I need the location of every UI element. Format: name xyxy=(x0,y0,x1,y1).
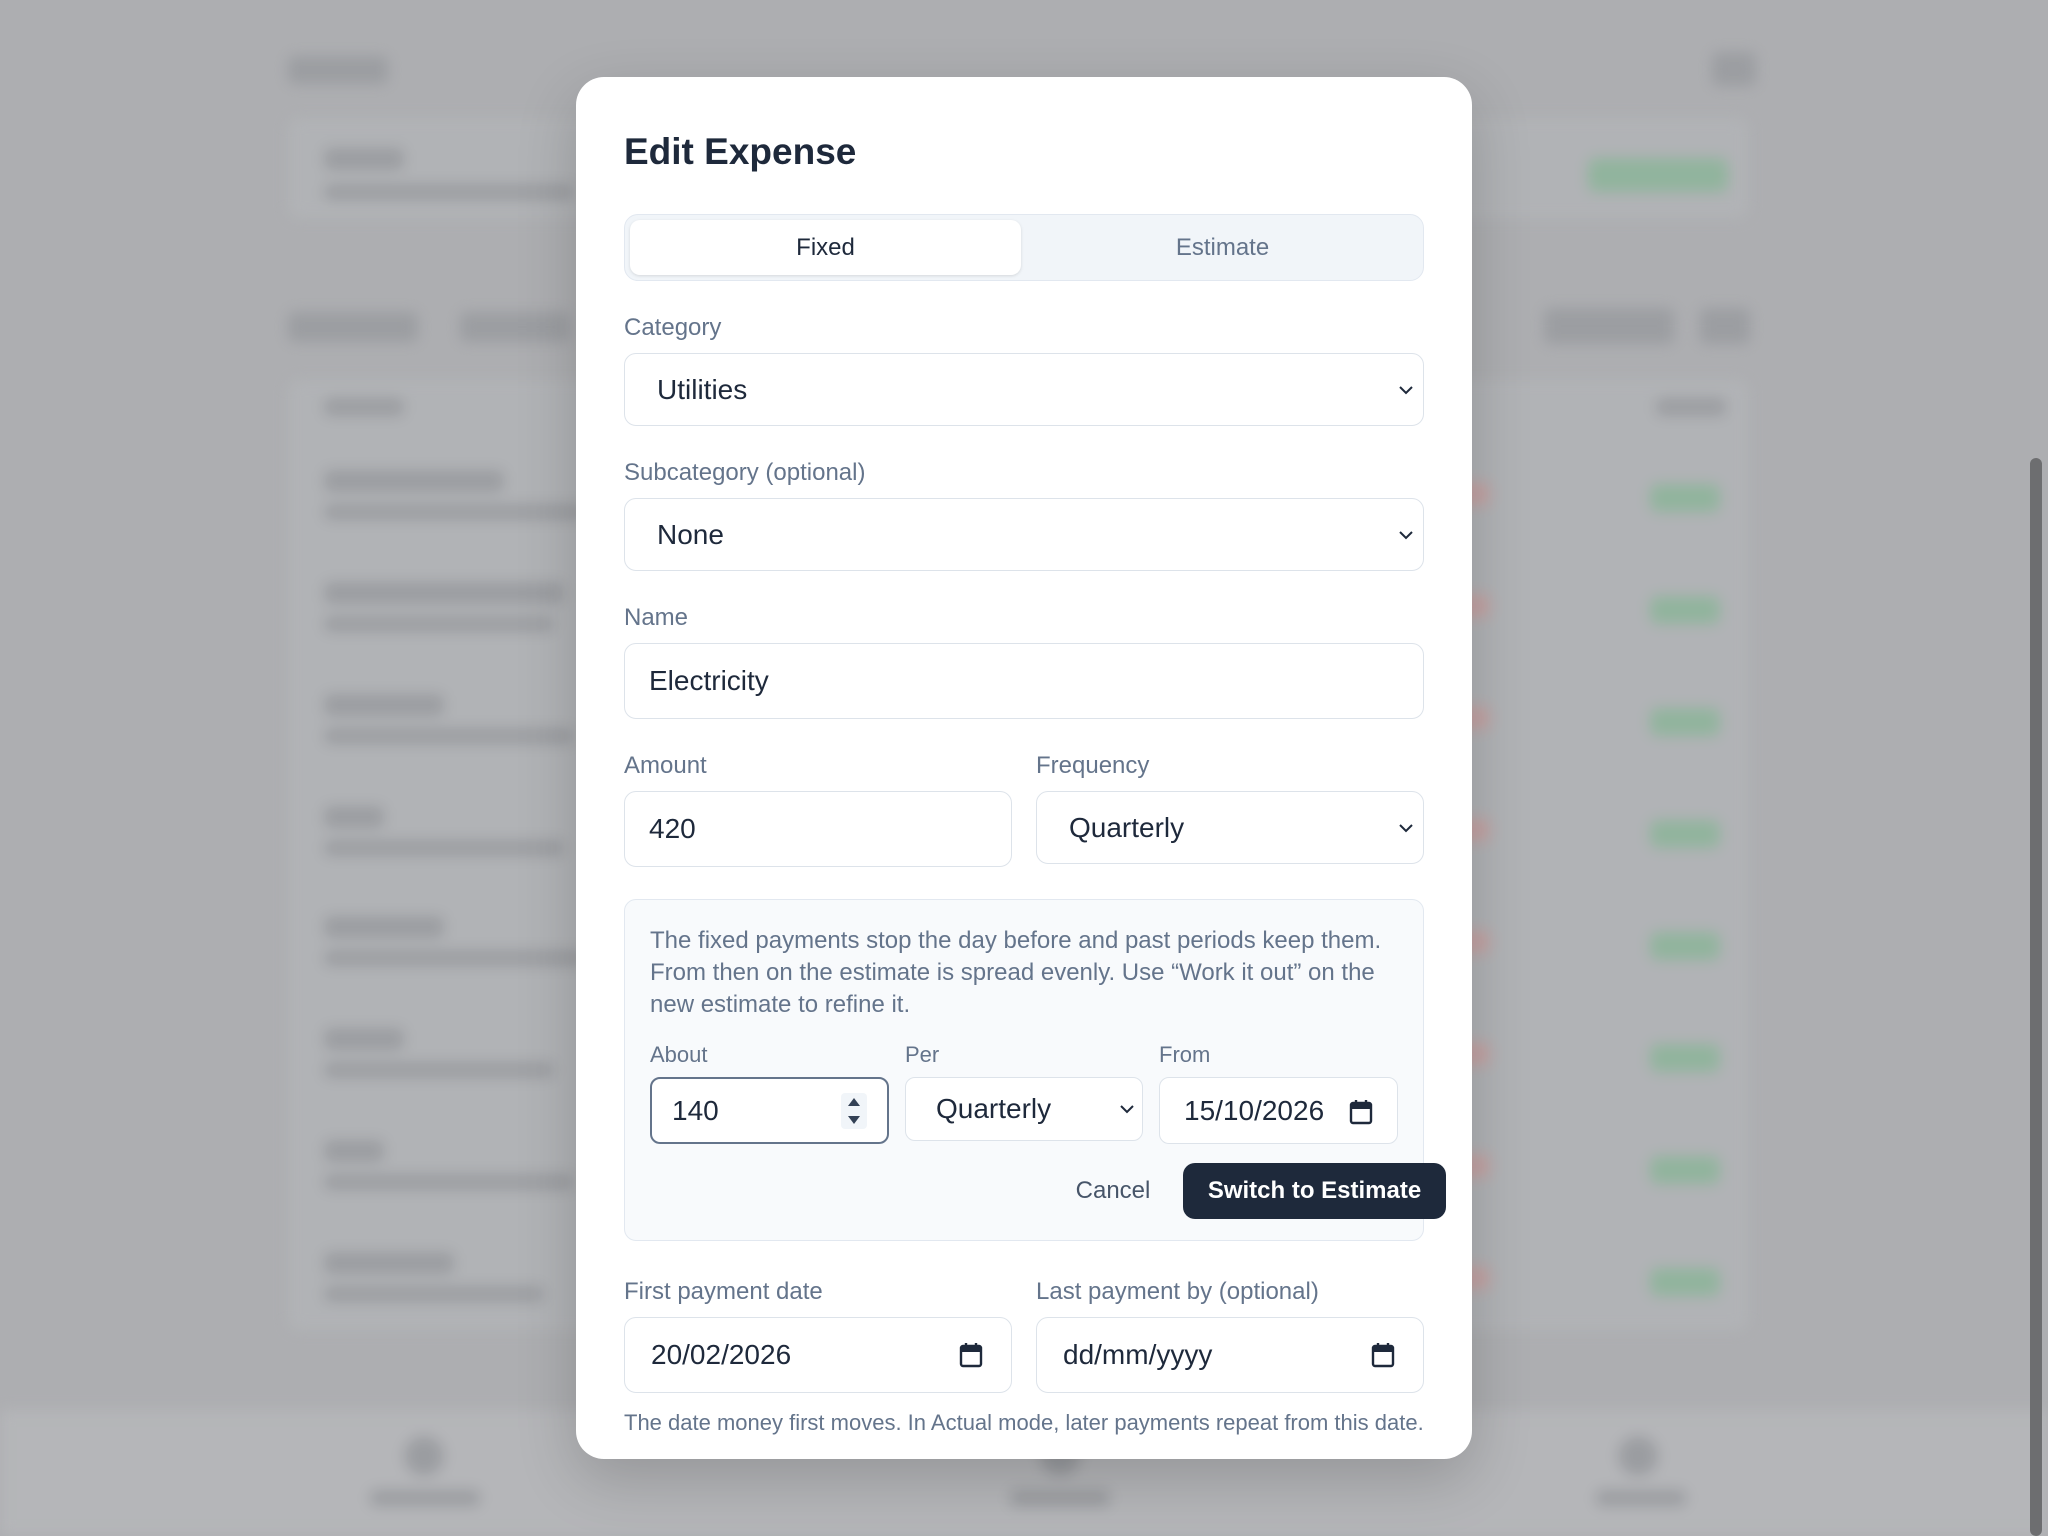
switch-explanation: The fixed payments stop the day before a… xyxy=(650,927,1382,1018)
chevron-down-icon xyxy=(1120,1105,1134,1114)
category-label: Category xyxy=(624,314,722,341)
about-value: 140 xyxy=(672,1094,719,1126)
name-input[interactable]: Electricity xyxy=(624,643,1424,719)
first-payment-date-input[interactable]: 20/02/2026 xyxy=(624,1317,1012,1393)
from-label: From xyxy=(1159,1042,1211,1067)
frequency-value: Quarterly xyxy=(1069,811,1185,843)
subcategory-label: Subcategory (optional) xyxy=(624,459,866,486)
per-select[interactable]: Quarterly xyxy=(905,1077,1143,1141)
frequency-select[interactable]: Quarterly xyxy=(1036,791,1424,864)
calendar-icon[interactable] xyxy=(1349,1099,1373,1125)
tab-fixed[interactable]: Fixed xyxy=(630,220,1021,275)
dialog-title: Edit Expense xyxy=(624,131,857,172)
about-number-input[interactable]: 140 xyxy=(650,1077,889,1144)
about-label: About xyxy=(650,1042,708,1067)
chevron-down-icon xyxy=(1399,385,1413,394)
first-payment-label: First payment date xyxy=(624,1278,823,1305)
from-value: 15/10/2026 xyxy=(1184,1094,1325,1126)
calendar-icon[interactable] xyxy=(1371,1342,1395,1368)
per-value: Quarterly xyxy=(936,1093,1052,1124)
subcategory-select[interactable]: None xyxy=(624,498,1424,571)
subcategory-value: None xyxy=(657,518,724,550)
amount-label: Amount xyxy=(624,752,707,779)
cancel-button[interactable]: Cancel xyxy=(1057,1163,1169,1219)
last-payment-label: Last payment by (optional) xyxy=(1036,1278,1319,1305)
frequency-label: Frequency xyxy=(1036,752,1150,779)
tab-estimate[interactable]: Estimate xyxy=(1025,220,1420,275)
amount-input[interactable]: 420 xyxy=(624,791,1012,867)
chevron-down-icon xyxy=(1399,823,1413,832)
last-payment-date-input[interactable]: dd/mm/yyyy xyxy=(1036,1317,1424,1393)
page-scrollbar[interactable] xyxy=(2030,458,2042,1536)
category-value: Utilities xyxy=(657,373,748,405)
calendar-icon[interactable] xyxy=(959,1342,983,1368)
amount-value: 420 xyxy=(649,813,696,844)
switch-to-estimate-button[interactable]: Switch to Estimate xyxy=(1183,1163,1446,1219)
from-date-input[interactable]: 15/10/2026 xyxy=(1159,1077,1398,1144)
category-select[interactable]: Utilities xyxy=(624,353,1424,426)
name-value: Electricity xyxy=(649,665,769,696)
name-label: Name xyxy=(624,604,689,631)
chevron-down-icon xyxy=(1399,530,1413,539)
first-payment-value: 20/02/2026 xyxy=(651,1339,792,1370)
switch-to-estimate-panel: The fixed payments stop the day before a… xyxy=(624,899,1446,1241)
edit-expense-dialog: Edit Expense Fixed Estimate Category Uti… xyxy=(576,77,1472,1459)
mode-toggle: Fixed Estimate xyxy=(624,214,1424,281)
last-payment-placeholder: dd/mm/yyyy xyxy=(1063,1339,1213,1370)
first-payment-hint: The date money first moves. In Actual mo… xyxy=(624,1410,1424,1435)
per-label: Per xyxy=(905,1042,940,1067)
spinner-icon[interactable] xyxy=(841,1093,867,1129)
